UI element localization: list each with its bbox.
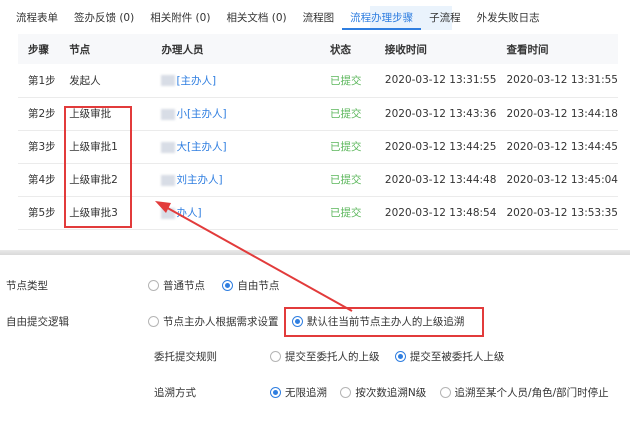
tab-feedback[interactable]: 签办反馈 (0) bbox=[74, 6, 134, 30]
receive-time-cell: 2020-03-12 13:43:36 bbox=[374, 97, 497, 131]
radio-icon bbox=[439, 387, 451, 398]
radio-label: 提交至被委托人上级 bbox=[409, 351, 505, 363]
radio-trace-n-levels[interactable]: 按次数追溯N级 bbox=[340, 385, 426, 400]
view-time-cell: 2020-03-12 13:45:04 bbox=[496, 163, 618, 197]
status-cell: 已提交 bbox=[320, 130, 375, 164]
handler-cell[interactable]: 办人] bbox=[151, 196, 320, 230]
header-step: 步骤 bbox=[18, 34, 60, 64]
status-cell: 已提交 bbox=[320, 196, 375, 230]
view-time-cell: 2020-03-12 13:44:45 bbox=[496, 130, 618, 164]
radio-trace-until[interactable]: 追溯至某个人员/角色/部门时停止 bbox=[439, 385, 609, 400]
status-cell: 已提交 bbox=[320, 97, 375, 131]
radio-free-node[interactable]: 自由节点 bbox=[222, 278, 279, 293]
radio-label: 追溯至某个人员/角色/部门时停止 bbox=[454, 387, 609, 399]
delegate-row: 委托提交规则 提交至委托人的上级 提交至被委托人上级 bbox=[0, 349, 630, 365]
status-cell: 已提交 bbox=[320, 163, 375, 197]
receive-time-cell: 2020-03-12 13:44:25 bbox=[374, 130, 497, 164]
handler-cell[interactable]: 小[主办人] bbox=[151, 97, 320, 131]
header-receive-time: 接收时间 bbox=[374, 34, 497, 64]
redacted-name bbox=[161, 75, 176, 87]
radio-delegatee-superior[interactable]: 提交至被委托人上级 bbox=[394, 349, 505, 364]
receive-time-cell: 2020-03-12 13:31:55 bbox=[374, 64, 497, 98]
radio-label: 提交至委托人的上级 bbox=[285, 351, 380, 363]
tab-subflow[interactable]: 子流程 bbox=[429, 6, 461, 30]
handler-link[interactable]: 大[主办人] bbox=[176, 141, 226, 153]
radio-icon bbox=[148, 280, 159, 291]
tab-attachments[interactable]: 相关附件 (0) bbox=[150, 6, 210, 30]
radio-label: 普通节点 bbox=[163, 280, 205, 292]
status-cell: 已提交 bbox=[320, 64, 375, 98]
tab-flow-steps[interactable]: 流程办理步骤 bbox=[342, 6, 422, 30]
handler-cell[interactable]: [主办人] bbox=[151, 64, 320, 98]
node-type-label: 节点类型 bbox=[6, 280, 48, 292]
view-time-cell: 2020-03-12 13:53:35 bbox=[496, 196, 618, 230]
radio-normal-node[interactable]: 普通节点 bbox=[148, 278, 205, 293]
radio-checked-icon bbox=[394, 351, 406, 362]
handler-link[interactable]: [主办人] bbox=[176, 75, 216, 87]
handler-cell[interactable]: 大[主办人] bbox=[151, 130, 320, 164]
step-cell: 第3步 bbox=[18, 130, 60, 164]
step-cell: 第4步 bbox=[18, 163, 60, 197]
radio-icon bbox=[148, 316, 159, 327]
redacted-name bbox=[161, 108, 176, 120]
table-header-row: 步骤 节点 办理人员 状态 接收时间 查看时间 bbox=[18, 34, 618, 64]
step-cell: 第5步 bbox=[18, 196, 60, 230]
radio-icon bbox=[270, 351, 281, 362]
radio-label: 无限追溯 bbox=[285, 387, 327, 399]
node-cell: 发起人 bbox=[59, 64, 152, 98]
trace-label: 追溯方式 bbox=[154, 387, 196, 399]
table-row: 第1步 发起人 [主办人] 已提交 2020-03-12 13:31:55 20… bbox=[18, 64, 618, 98]
tab-bar: 流程表单 签办反馈 (0) 相关附件 (0) 相关文档 (0) 流程图 流程办理… bbox=[16, 6, 556, 30]
radio-unlimited-trace[interactable]: 无限追溯 bbox=[270, 385, 327, 400]
delegate-label: 委托提交规则 bbox=[154, 351, 217, 363]
view-time-cell: 2020-03-12 13:44:18 bbox=[496, 97, 618, 131]
trace-options: 无限追溯 按次数追溯N级 追溯至某个人员/角色/部门时停止 bbox=[270, 385, 609, 401]
radio-owner-setting[interactable]: 节点主办人根据需求设置 bbox=[148, 314, 279, 329]
annotation-box-nodes bbox=[64, 106, 132, 228]
tab-flow-chart[interactable]: 流程图 bbox=[303, 6, 335, 30]
tab-flow-form[interactable]: 流程表单 bbox=[16, 6, 58, 30]
delegate-options: 提交至委托人的上级 提交至被委托人上级 bbox=[270, 349, 518, 365]
header-handler: 办理人员 bbox=[151, 34, 320, 64]
handler-cell[interactable]: 刘主办人] bbox=[151, 163, 320, 197]
step-cell: 第2步 bbox=[18, 97, 60, 131]
trace-row: 追溯方式 无限追溯 按次数追溯N级 追溯至某个人员/角色/部门时停止 bbox=[0, 385, 630, 401]
radio-label: 自由节点 bbox=[237, 280, 280, 292]
radio-icon bbox=[340, 387, 352, 398]
redacted-name bbox=[161, 207, 176, 219]
radio-delegator-superior[interactable]: 提交至委托人的上级 bbox=[270, 349, 380, 364]
radio-checked-icon bbox=[222, 280, 234, 291]
header-node: 节点 bbox=[59, 34, 152, 64]
step-cell: 第1步 bbox=[18, 64, 60, 98]
radio-checked-icon bbox=[270, 387, 281, 398]
receive-time-cell: 2020-03-12 13:44:48 bbox=[374, 163, 497, 197]
handler-link[interactable]: 小[主办人] bbox=[176, 108, 226, 120]
tab-documents[interactable]: 相关文档 (0) bbox=[226, 6, 286, 30]
radio-label: 按次数追溯N级 bbox=[355, 387, 427, 399]
handler-link[interactable]: 刘主办人] bbox=[176, 174, 222, 186]
annotation-box-option bbox=[284, 307, 484, 337]
header-view-time: 查看时间 bbox=[496, 34, 618, 64]
radio-label: 节点主办人根据需求设置 bbox=[163, 316, 279, 328]
node-type-row: 节点类型 普通节点 自由节点 bbox=[0, 278, 630, 294]
tab-send-failure-log[interactable]: 外发失败日志 bbox=[477, 6, 540, 30]
view-time-cell: 2020-03-12 13:31:55 bbox=[496, 64, 618, 98]
redacted-name bbox=[161, 174, 176, 186]
node-type-options: 普通节点 自由节点 bbox=[148, 278, 293, 294]
handler-link[interactable]: 办人] bbox=[176, 207, 201, 219]
header-status: 状态 bbox=[320, 34, 375, 64]
receive-time-cell: 2020-03-12 13:48:54 bbox=[374, 196, 497, 230]
free-logic-label: 自由提交逻辑 bbox=[6, 316, 69, 328]
redacted-name bbox=[161, 141, 176, 153]
